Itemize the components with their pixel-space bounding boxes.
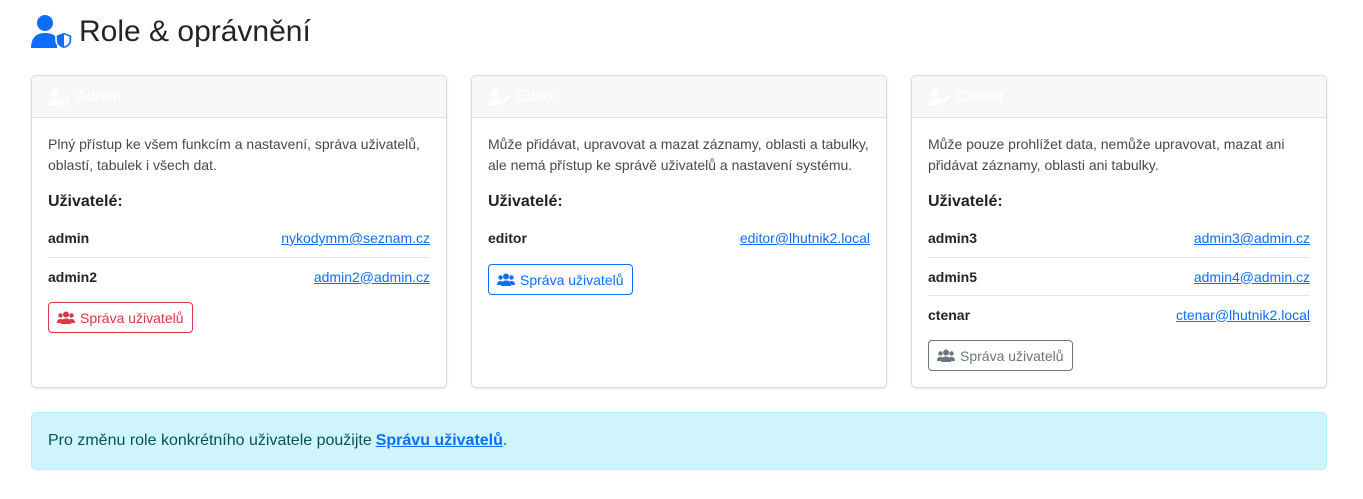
role-card-header: Editor (472, 76, 886, 118)
manage-users-link[interactable]: Správu uživatelů (376, 432, 503, 450)
user-name: admin5 (928, 268, 978, 285)
user-pen-icon (488, 88, 510, 105)
user-email-link[interactable]: admin4@admin.cz (1194, 269, 1310, 285)
user-name: ctenar (928, 306, 971, 323)
role-description: Plný přístup ke všem funkcím a nastavení… (48, 136, 420, 173)
role-title: Admin (76, 87, 122, 105)
button-label: Správa uživatelů (80, 309, 184, 326)
user-email-link[interactable]: admin3@admin.cz (1194, 230, 1310, 246)
users-icon (57, 311, 75, 324)
role-description: Může přidávat, upravovat a mazat záznamy… (488, 136, 869, 173)
page-header: Role & oprávnění (31, 12, 311, 52)
manage-users-button[interactable]: Správa uživatelů (928, 340, 1073, 371)
role-card-editor: Editor Může přidávat, upravovat a mazat … (471, 75, 887, 388)
user-row: editor editor@lhutnik2.local (488, 219, 870, 257)
user-shield-icon (31, 15, 73, 50)
users-icon (937, 349, 955, 362)
user-row: admin5 admin4@admin.cz (928, 257, 1310, 295)
info-alert: Pro změnu role konkrétního uživatele pou… (31, 412, 1327, 470)
users-heading: Uživatelé: (488, 193, 563, 210)
users-icon (497, 273, 515, 286)
user-row: admin2 admin2@admin.cz (48, 257, 430, 295)
role-card-header: Ctenar (912, 76, 1326, 118)
user-email-link[interactable]: admin2@admin.cz (314, 269, 430, 285)
button-label: Správa uživatelů (960, 347, 1064, 364)
manage-users-button[interactable]: Správa uživatelů (48, 302, 193, 333)
user-email-link[interactable]: editor@lhutnik2.local (740, 230, 870, 246)
role-card-admin: Admin Plný přístup ke všem funkcím a nas… (31, 75, 447, 388)
user-name: admin (48, 230, 90, 246)
user-email-link[interactable]: ctenar@lhutnik2.local (1176, 307, 1310, 323)
role-description: Může pouze prohlížet data, nemůže upravo… (928, 136, 1285, 173)
page-title: Role & oprávnění (79, 15, 311, 48)
user-name: admin3 (928, 230, 978, 246)
user-name: admin2 (48, 268, 98, 285)
user-row: admin nykodymm@seznam.cz (48, 219, 430, 257)
user-email-link[interactable]: nykodymm@seznam.cz (281, 230, 430, 246)
role-title: Ctenar (956, 87, 1005, 105)
user-gear-icon (48, 88, 70, 105)
alert-text: Pro změnu role konkrétního uživatele pou… (48, 432, 372, 449)
manage-users-button[interactable]: Správa uživatelů (488, 264, 633, 295)
user-check-icon (928, 88, 950, 105)
user-row: admin3 admin3@admin.cz (928, 219, 1310, 257)
role-title: Editor (516, 87, 558, 105)
alert-suffix: . (502, 432, 508, 449)
button-label: Správa uživatelů (520, 271, 624, 288)
role-card-ctenar: Ctenar Může pouze prohlížet data, nemůže… (911, 75, 1327, 388)
user-name: editor (488, 230, 527, 246)
users-heading: Uživatelé: (928, 193, 1003, 210)
role-card-header: Admin (32, 76, 446, 118)
users-heading: Uživatelé: (48, 193, 123, 210)
user-row: ctenar ctenar@lhutnik2.local (928, 295, 1310, 333)
